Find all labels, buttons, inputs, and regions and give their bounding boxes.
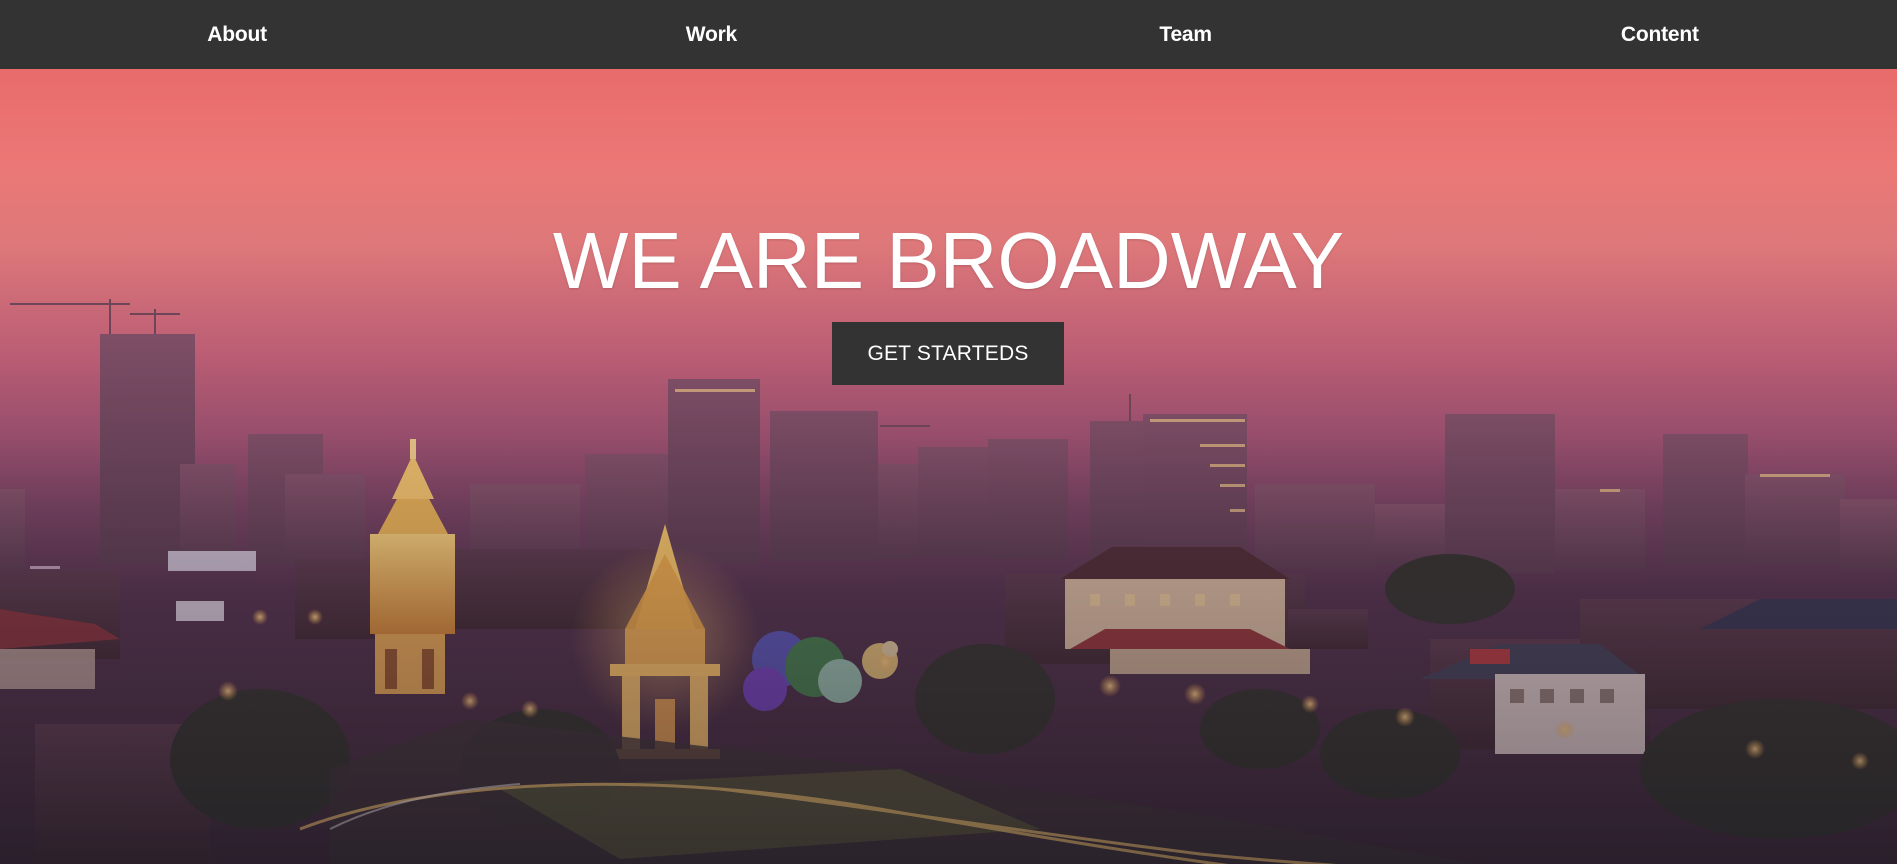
nav-item-about[interactable]: About [0, 23, 474, 47]
hero-background-image [0, 69, 1897, 864]
nav-item-team[interactable]: Team [949, 23, 1423, 47]
hero-section: WE ARE BROADWAY GET STARTEDS [0, 69, 1897, 864]
top-nav: About Work Team Content [0, 0, 1897, 69]
hero-title: WE ARE BROADWAY [552, 215, 1345, 305]
get-started-button[interactable]: GET STARTEDS [832, 322, 1064, 385]
nav-item-content[interactable]: Content [1423, 23, 1897, 47]
nav-item-work[interactable]: Work [474, 23, 948, 47]
